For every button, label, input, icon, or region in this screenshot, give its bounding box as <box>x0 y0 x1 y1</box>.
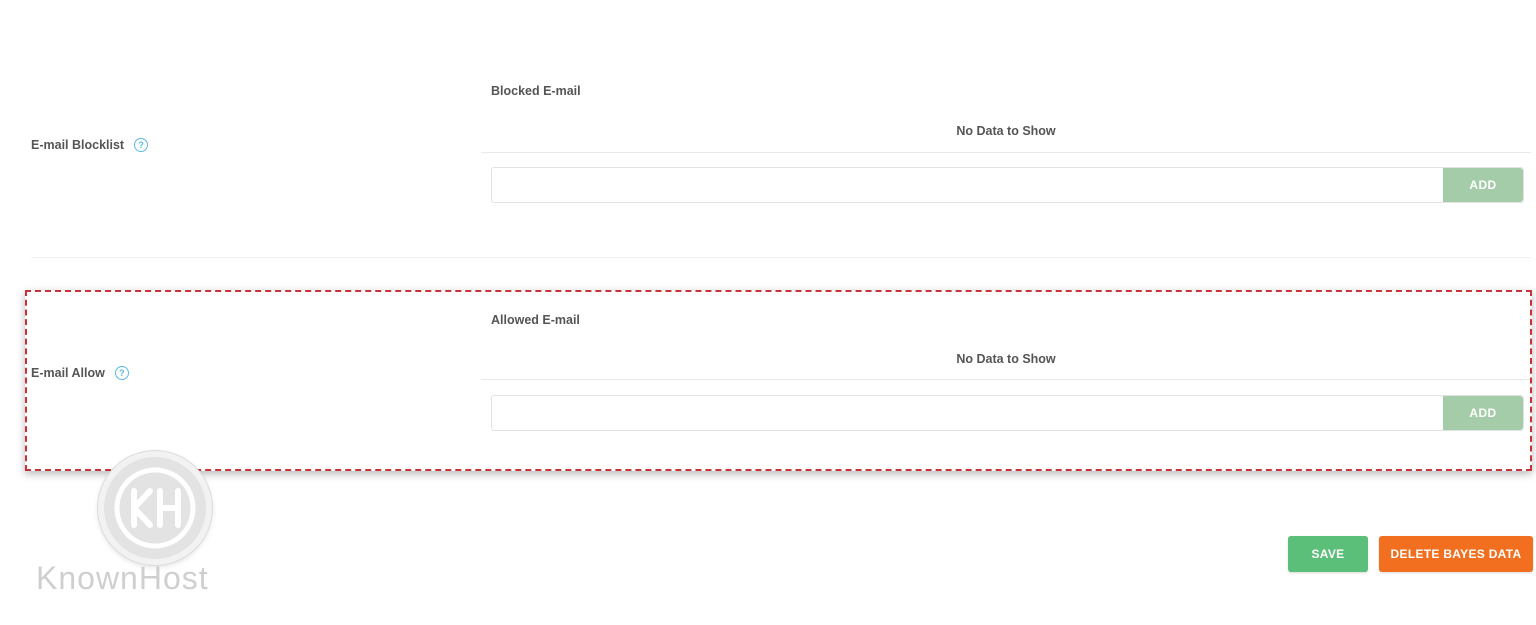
delete-bayes-data-button[interactable]: DELETE BAYES DATA <box>1379 536 1533 572</box>
knownhost-logo-icon <box>98 451 212 565</box>
allowed-email-header: Allowed E-mail <box>491 313 580 327</box>
section-divider <box>31 257 1531 258</box>
watermark-brand-text: KnownHost <box>36 560 209 596</box>
knownhost-watermark: KnownHost <box>36 450 276 600</box>
blocklist-help-icon[interactable]: ? <box>134 138 149 152</box>
allowlist-divider <box>481 379 1531 380</box>
allowlist-help-icon[interactable]: ? <box>114 366 129 380</box>
allowlist-add-form: ADD <box>491 395 1524 431</box>
allowlist-row-label: E-mail Allow ? <box>31 366 129 380</box>
blocklist-add-button[interactable]: ADD <box>1443 168 1523 202</box>
blocked-email-header: Blocked E-mail <box>491 84 581 98</box>
save-button[interactable]: SAVE <box>1288 536 1368 572</box>
blocklist-email-input[interactable] <box>492 168 1443 202</box>
allowlist-add-button[interactable]: ADD <box>1443 396 1523 430</box>
allowlist-highlight-box <box>25 290 1532 471</box>
allowlist-email-input[interactable] <box>492 396 1443 430</box>
blocklist-row-label: E-mail Blocklist ? <box>31 138 149 152</box>
blocklist-empty-text: No Data to Show <box>956 124 1056 138</box>
spam-filter-settings-page: E-mail Blocklist ? Blocked E-mail No Dat… <box>0 0 1536 625</box>
blocklist-label: E-mail Blocklist <box>31 138 125 152</box>
allowlist-empty-text: No Data to Show <box>956 352 1056 366</box>
blocklist-add-form: ADD <box>491 167 1524 203</box>
allowlist-label: E-mail Allow <box>31 366 105 380</box>
blocklist-divider <box>481 152 1531 153</box>
